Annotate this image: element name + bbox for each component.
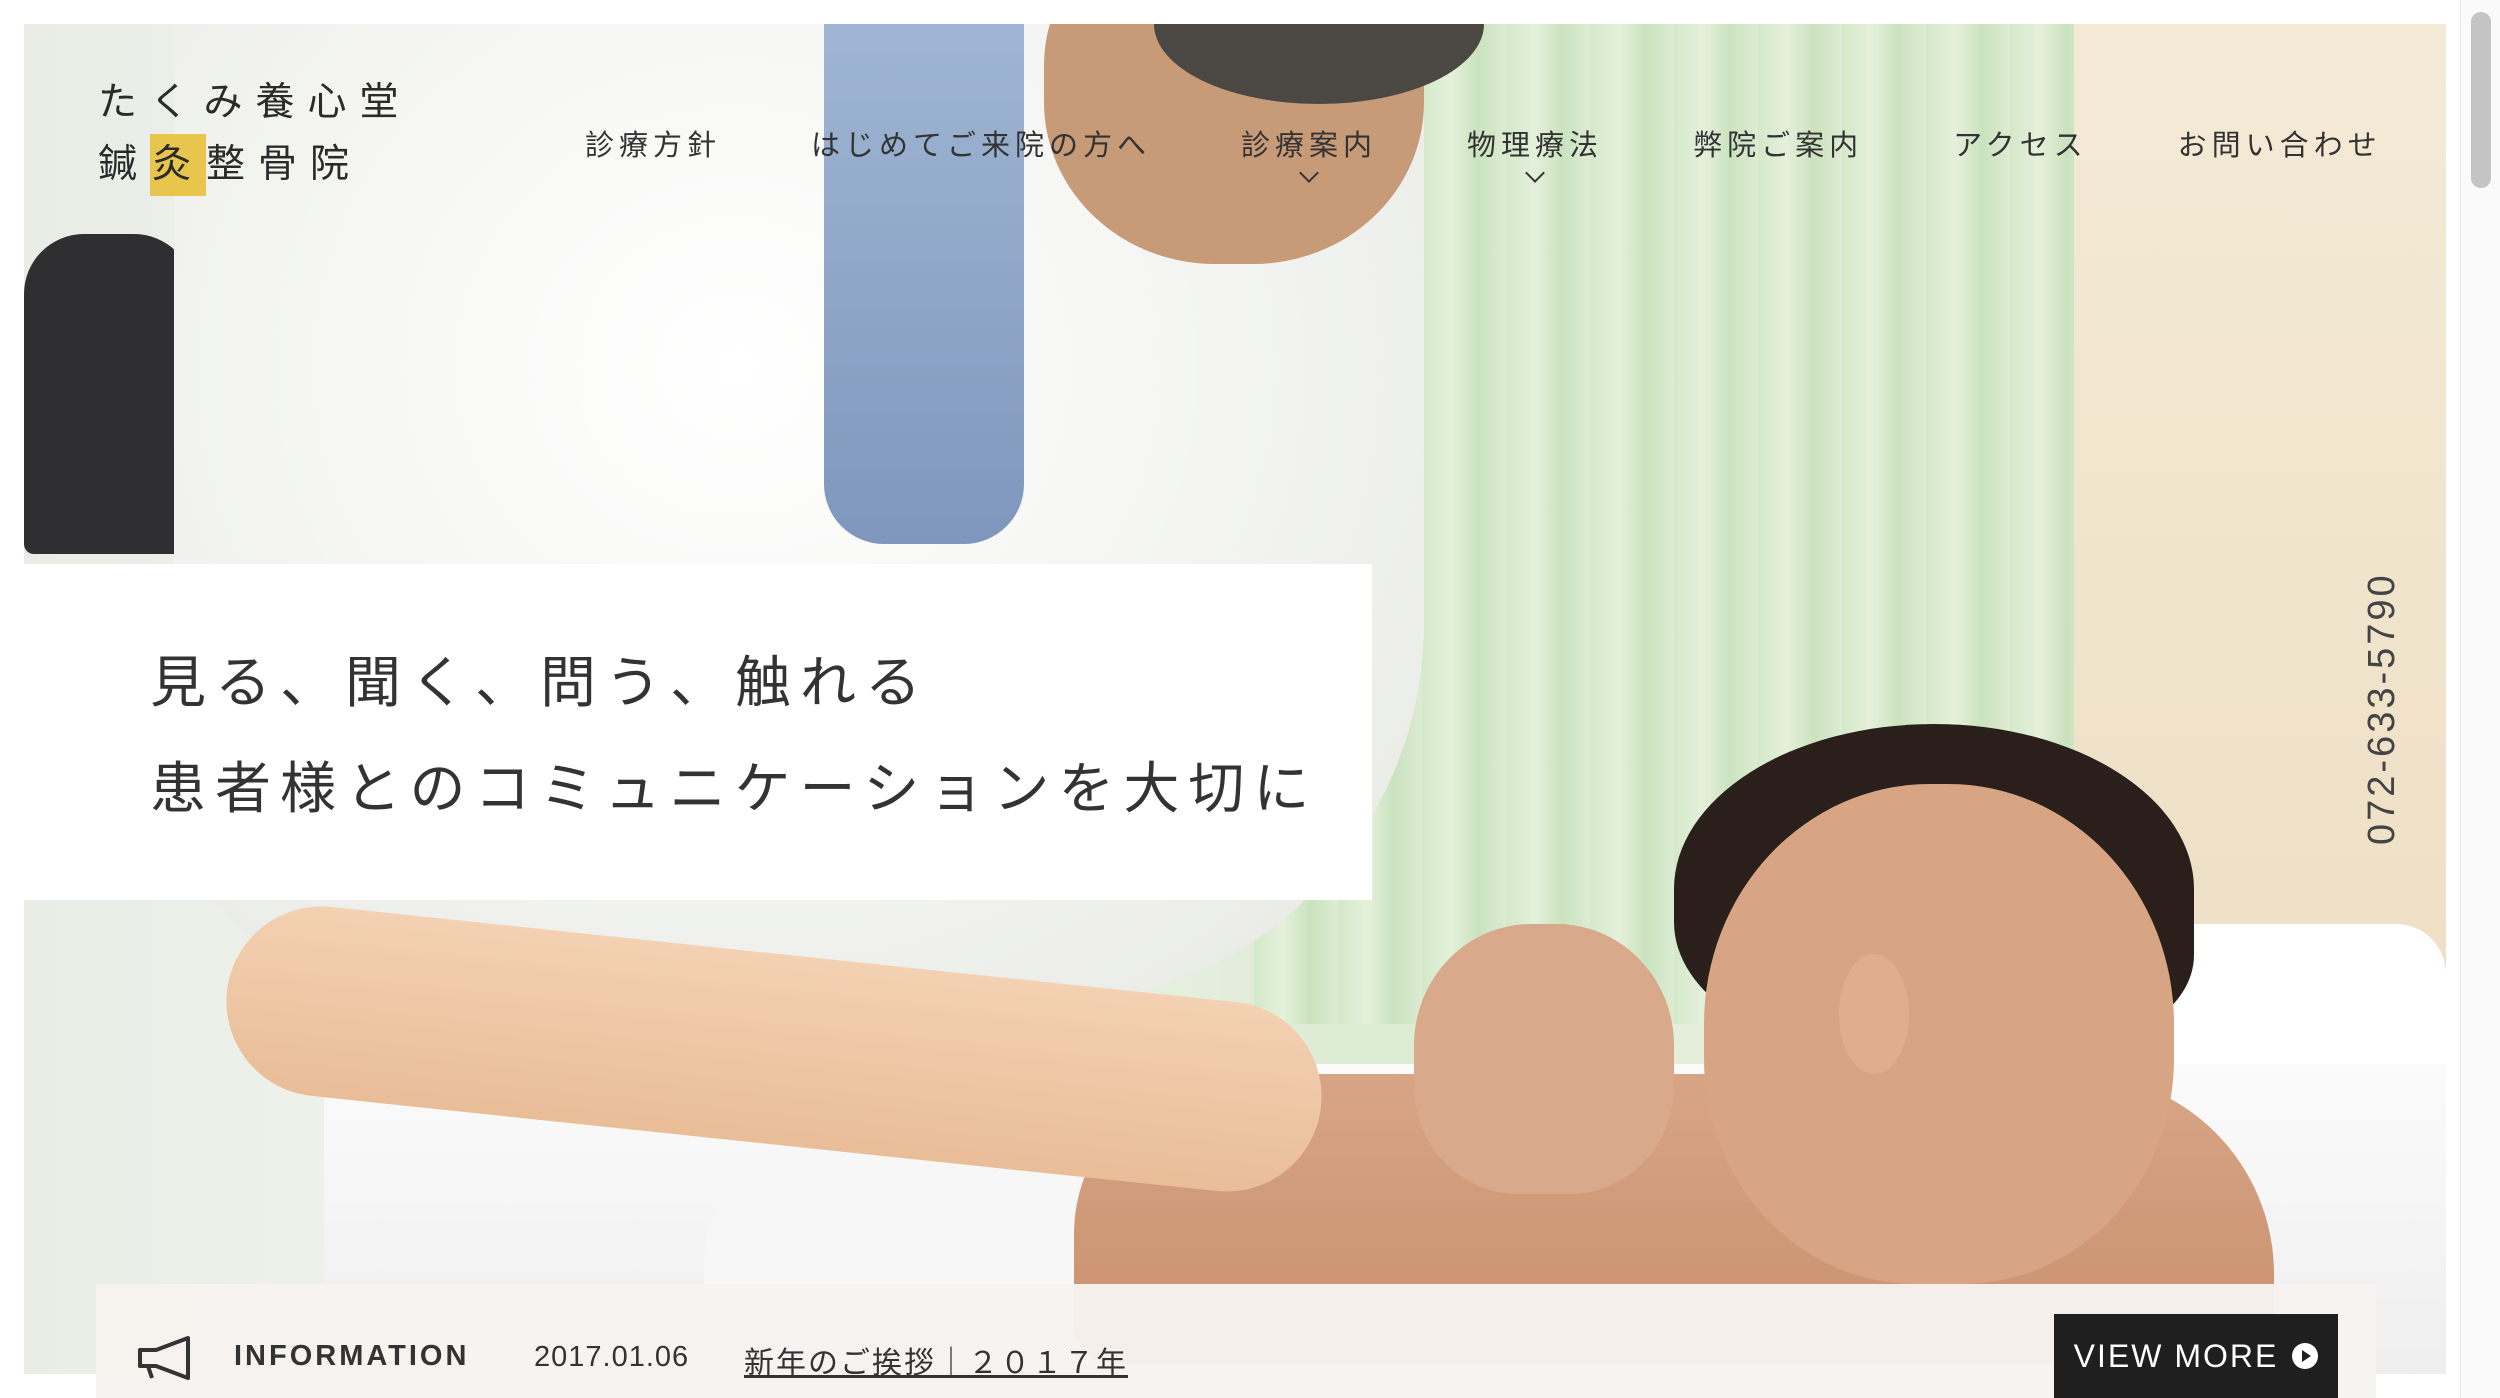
- megaphone-icon: [138, 1336, 190, 1380]
- nav-label: 弊院ご案内: [1693, 128, 1864, 162]
- play-circle-icon: [2292, 1343, 2319, 1369]
- nav-item-physical-therapy[interactable]: 物理療法: [1467, 122, 1604, 183]
- nav-label: アクセス: [1953, 128, 2088, 162]
- child-ear: [1839, 954, 1909, 1074]
- view-more-button[interactable]: VIEW MORE: [2054, 1314, 2338, 1398]
- logo-line-2: 鍼灸整骨院: [98, 134, 412, 196]
- nav-label: お問い合わせ: [2177, 128, 2382, 162]
- nav-item-access[interactable]: アクセス: [1953, 122, 2088, 164]
- news-date: 2017.01.06: [534, 1341, 690, 1373]
- news-title-link[interactable]: 新年のご挨拶｜２０１７年: [744, 1338, 1128, 1382]
- nav-label: はじめてご来院の方へ: [811, 128, 1152, 162]
- slogan-box: 見る、聞く、問う、触れる 患者様とのコミュニケーションを大切に: [24, 564, 1372, 900]
- nav-item-about[interactable]: 弊院ご案内: [1693, 122, 1863, 164]
- slogan-line-2: 患者様とのコミュニケーションを大切に: [150, 757, 1319, 822]
- slogan-line-1: 見る、聞く、問う、触れる: [150, 651, 930, 716]
- child-face: [1704, 784, 2174, 1284]
- phone-number[interactable]: 072-633-5790: [2361, 572, 2404, 845]
- chair: [24, 234, 194, 554]
- main-nav: 診療方針 はじめてご来院の方へ 診療案内 物理療法 弊院ご案内 アクセス お問い…: [585, 122, 2382, 183]
- doctor-shirt: [824, 24, 1024, 544]
- logo-chars: 整骨院: [206, 142, 363, 187]
- nav-label: 診療案内: [1241, 128, 1378, 162]
- view-more-label: VIEW MORE: [2073, 1337, 2279, 1374]
- logo-seal: 灸: [150, 134, 207, 196]
- information-label: INFORMATION: [234, 1340, 470, 1372]
- nav-item-policy[interactable]: 診療方針: [585, 122, 721, 164]
- nav-item-contact[interactable]: お問い合わせ: [2178, 122, 2382, 164]
- logo-char: 鍼: [98, 142, 151, 187]
- doctor-hand: [1414, 924, 1674, 1194]
- site-logo[interactable]: たくみ養心堂 鍼灸整骨院: [98, 72, 412, 196]
- nav-label: 診療方針: [585, 128, 722, 162]
- nav-item-first-visit[interactable]: はじめてご来院の方へ: [811, 122, 1151, 164]
- scrollbar-thumb[interactable]: [2471, 12, 2491, 188]
- scrollbar[interactable]: [2460, 0, 2500, 1398]
- nav-label: 物理療法: [1467, 128, 1604, 162]
- nav-item-treatment[interactable]: 診療案内: [1241, 122, 1378, 183]
- information-bar: INFORMATION 2017.01.06 新年のご挨拶｜２０１７年 VIEW…: [96, 1284, 2376, 1398]
- logo-line-1: たくみ養心堂: [98, 80, 412, 125]
